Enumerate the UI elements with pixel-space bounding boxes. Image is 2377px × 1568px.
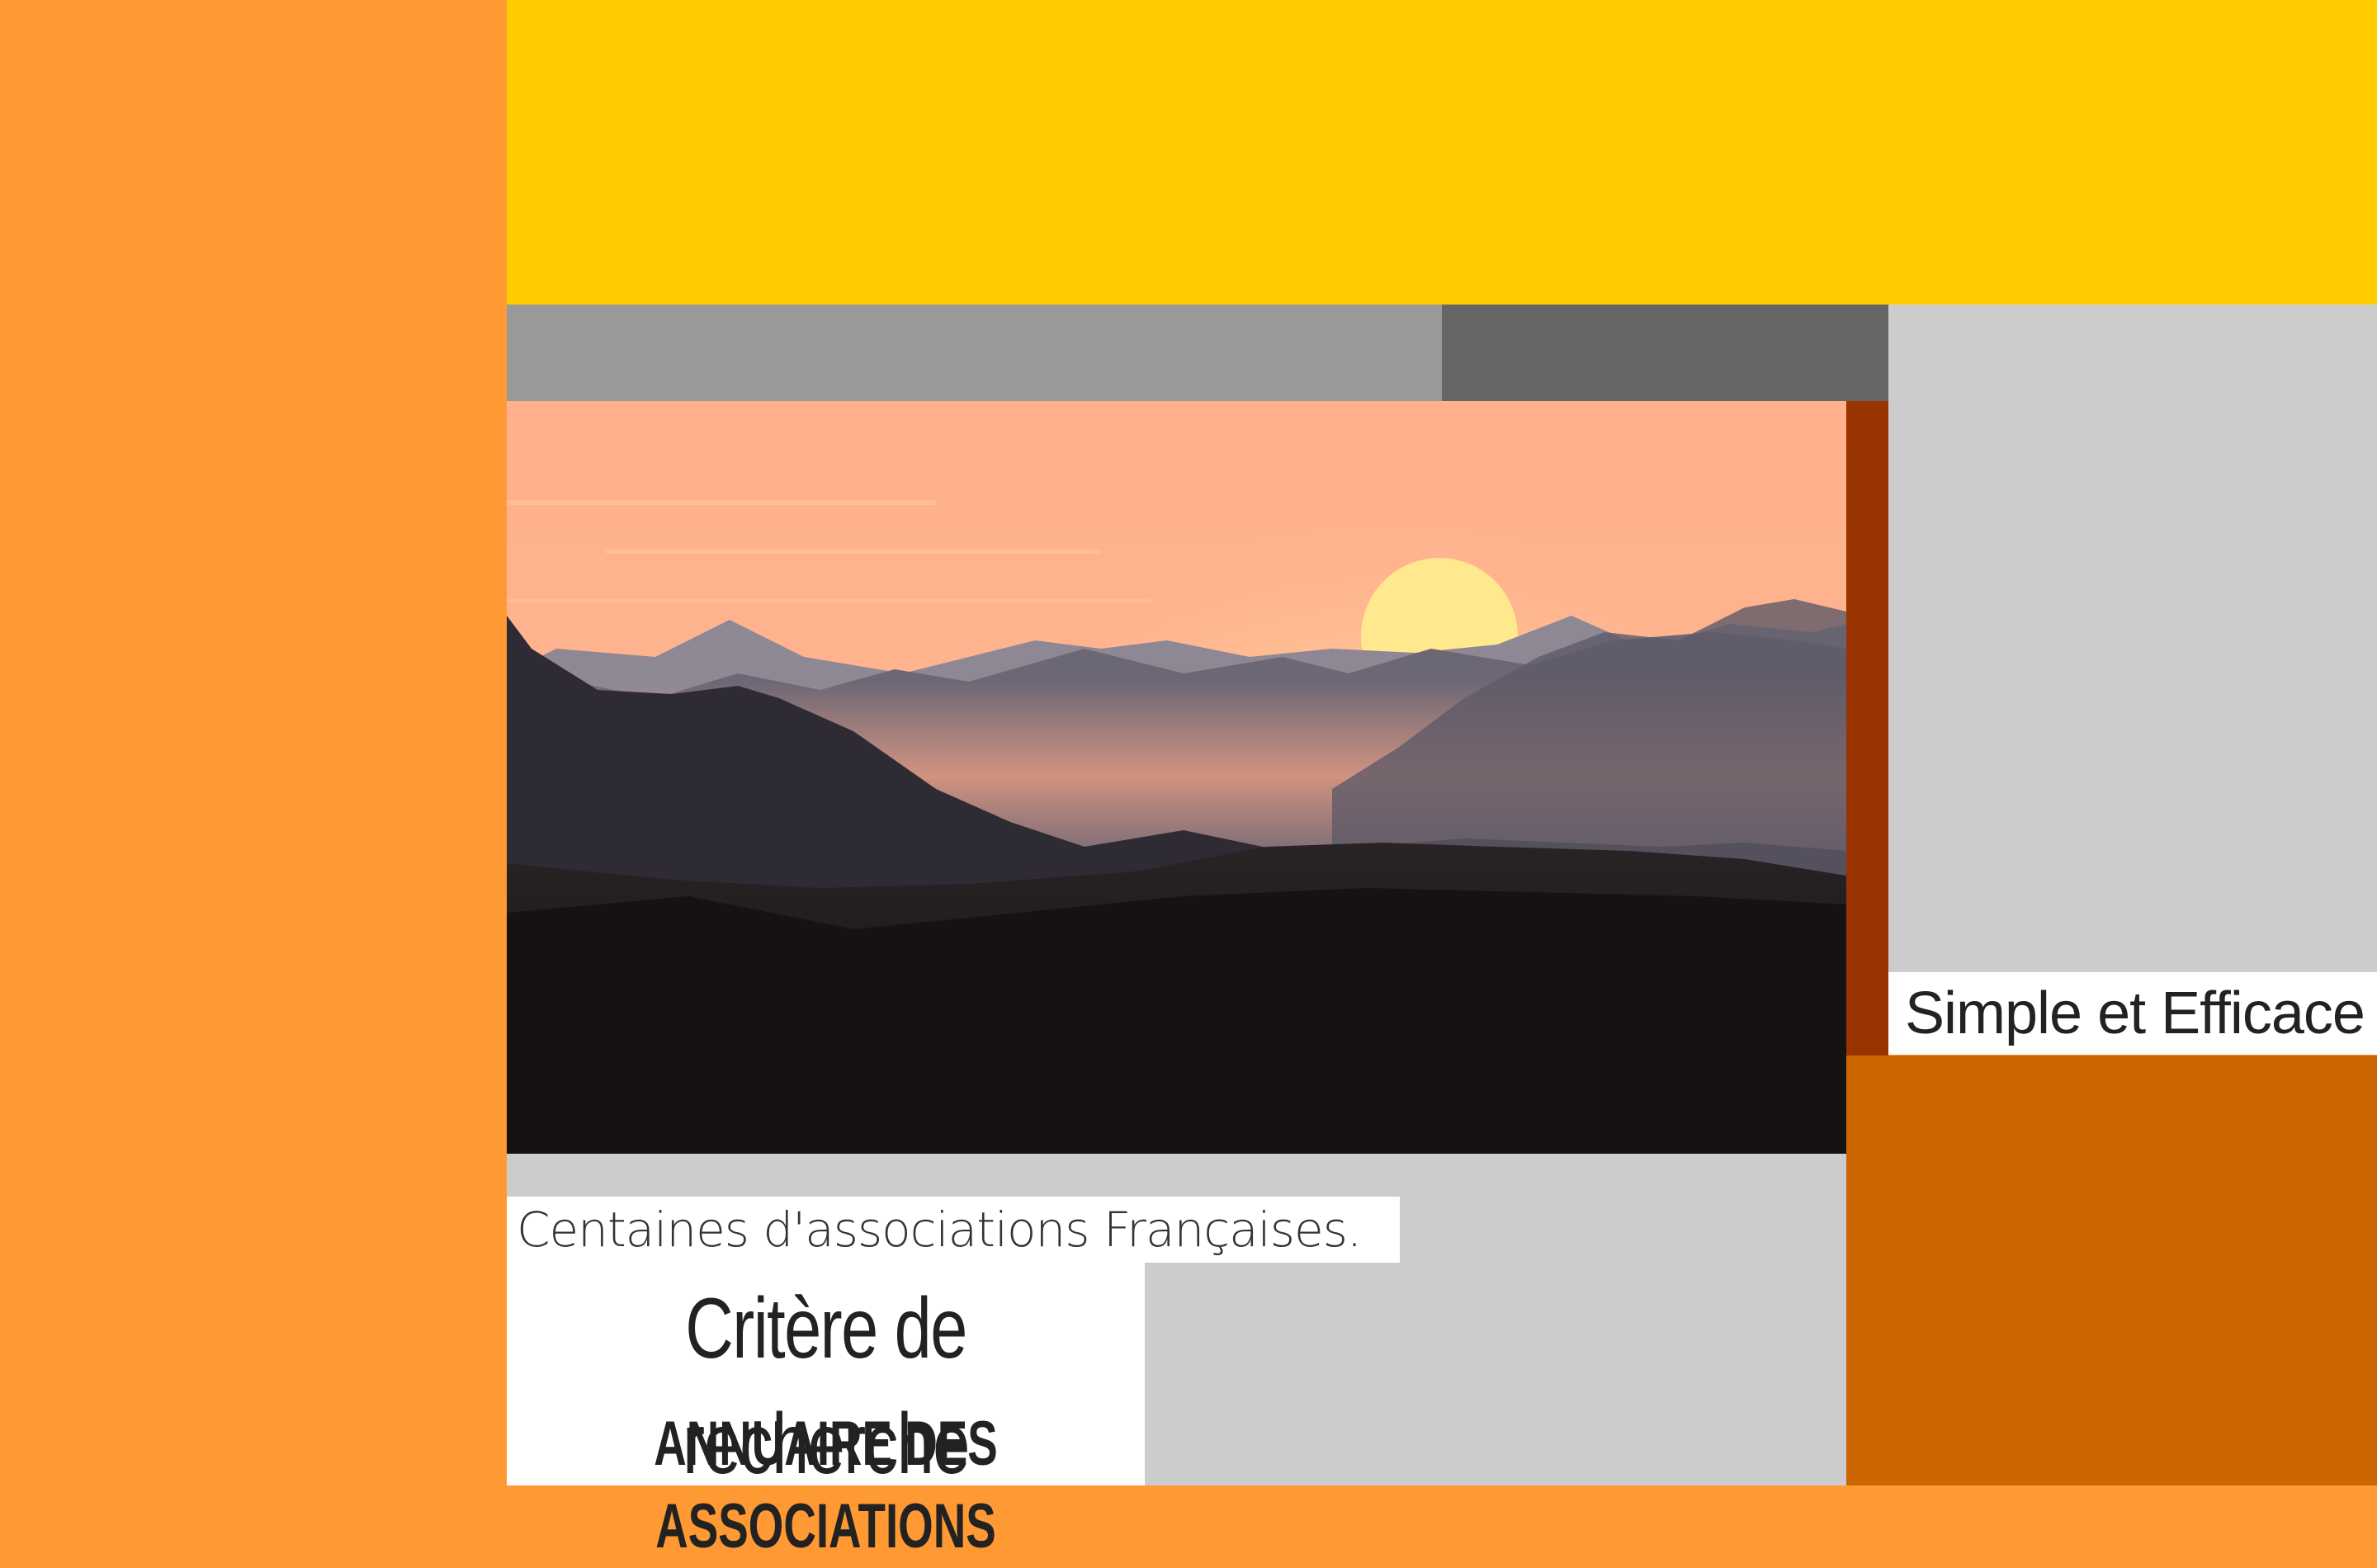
top-banner xyxy=(507,0,2377,305)
subtitle: Centaines d'associations Françaises. xyxy=(507,1197,1400,1263)
lower-right-panel xyxy=(1846,1056,2377,1485)
right-column xyxy=(1888,305,2377,973)
nav-bar-right xyxy=(1442,305,1888,401)
left-panel xyxy=(0,0,507,1485)
nav-bar-left xyxy=(507,305,1442,401)
mountain-sunset-image xyxy=(507,401,1846,1154)
tagline: Simple et Efficace xyxy=(1888,972,2377,1055)
directory-title: ANNUAIRE DES ASSOCIATIONS xyxy=(654,1409,998,1561)
accent-strip xyxy=(1846,401,1888,1056)
hero-image xyxy=(507,401,1846,1154)
search-criteria-title: Critère de recherche xyxy=(683,1281,970,1492)
